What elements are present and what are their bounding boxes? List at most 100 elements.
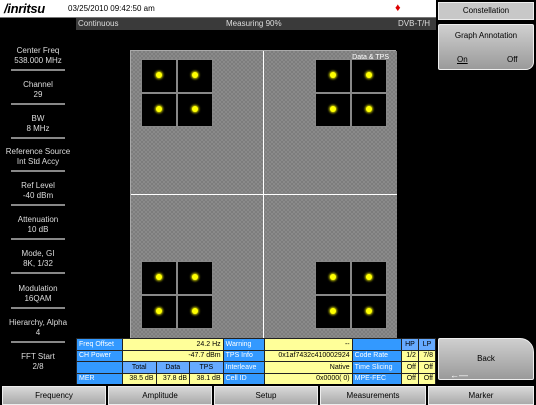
param-label: Center Freq [16,46,60,55]
time-slicing-label: Time Slicing [351,361,402,374]
constellation-point [330,308,336,314]
constellation-point [330,72,336,78]
param-label: Reference Source [5,147,71,156]
quadrant-box [315,261,351,295]
constellation-point [366,274,372,280]
blank-cell [76,361,123,374]
status-bar: Continuous Measuring 90% DVB-T/H [76,18,436,30]
results-table: Freq Offset 24.2 Hz Warning -- HP LP CH … [76,338,437,385]
mpe-fec-lp: Off [417,372,437,385]
tab-marker[interactable]: Marker [428,386,534,405]
constellation-point [366,72,372,78]
vertical-axis [263,51,264,339]
quadrant-box [315,93,351,127]
title-bar: /inritsu 03/25/2010 09:42:50 am ♦ [0,0,436,18]
param-value: 16QAM [24,294,52,303]
tps-info-label: TPS Info [222,349,265,362]
warning-value: -- [263,338,353,351]
param-fft-start[interactable]: FFT Start 2/8 [0,352,76,372]
graph-annotation-label: Graph Annotation [454,31,518,40]
ch-power-label: CH Power [76,349,123,362]
code-rate-hp: 1/2 [400,349,419,362]
mpe-fec-hp: Off [400,372,419,385]
quadrant-box [315,295,351,329]
tps-info-value: 0x1af7432c410002924 [263,349,353,362]
freq-offset-label: Freq Offset [76,338,123,351]
constellation-point [330,274,336,280]
param-value: 8 MHz [26,124,50,133]
menu-title: Constellation [438,2,534,20]
mer-total: 38.5 dB [121,372,157,385]
constellation-point [366,106,372,112]
brand-logo: /inritsu [4,1,45,16]
quadrant-box [315,59,351,93]
col-tps: TPS [189,361,224,374]
param-hierarchy-alpha[interactable]: Hierarchy, Alpha 4 [0,318,76,343]
param-value: 29 [33,90,43,99]
graph-annotation-toggle[interactable]: Graph Annotation On Off [438,24,534,70]
param-value: 2/8 [32,362,44,371]
quadrant-box [351,261,387,295]
tab-measurements[interactable]: Measurements [320,386,426,405]
param-label: Hierarchy, Alpha [8,318,68,327]
measuring-status: Measuring 90% [226,19,282,28]
tab-setup[interactable]: Setup [214,386,318,405]
blank-cell [351,338,402,351]
param-channel[interactable]: Channel 29 [0,80,76,105]
quadrant-box [141,93,177,127]
quadrant-box [351,59,387,93]
param-value: Int Std Accy [16,157,60,166]
time-slicing-lp: Off [417,361,437,374]
lp-header: LP [417,338,437,351]
quadrant-box [351,93,387,127]
col-total: Total [121,361,157,374]
mer-data: 37.8 dB [155,372,191,385]
code-rate-label: Code Rate [351,349,402,362]
standard-label: DVB-T/H [398,19,430,28]
constellation-point [156,106,162,112]
param-value: 4 [35,328,41,337]
quadrant-box [177,261,213,295]
quadrant-box [177,59,213,93]
constellation-point [330,106,336,112]
param-mode-gi[interactable]: Mode, GI 8K, 1/32 [0,249,76,274]
time-slicing-hp: Off [400,361,419,374]
hp-header: HP [400,338,419,351]
param-center-freq[interactable]: Center Freq 538.000 MHz [0,46,76,71]
lock-icon: ♦ [395,2,401,14]
freq-offset-value: 24.2 Hz [121,338,224,351]
mer-tps: 38.1 dB [189,372,224,385]
quadrant-box [141,261,177,295]
constellation-point [156,274,162,280]
col-data: Data [155,361,191,374]
quadrant-box [177,93,213,127]
tab-amplitude[interactable]: Amplitude [108,386,212,405]
cell-id-label: Cell ID [222,372,265,385]
sweep-mode: Continuous [78,19,119,28]
mer-label: MER [76,372,123,385]
param-ref-level[interactable]: Ref Level -40 dBm [0,181,76,206]
constellation-point [156,72,162,78]
annotation-off-option[interactable]: Off [507,55,518,64]
horizontal-axis [131,194,397,195]
param-bw[interactable]: BW 8 MHz [0,114,76,139]
param-value: 10 dB [27,225,49,234]
param-attenuation[interactable]: Attenuation 10 dB [0,215,76,240]
param-reference-source[interactable]: Reference Source Int Std Accy [0,147,76,172]
interleave-label: Interleave [222,361,265,374]
parameter-panel: Center Freq 538.000 MHz Channel 29 BW 8 MHz… [0,30,76,384]
cell-id-value: 0x0000( 0) [263,372,353,385]
param-value: 8K, 1/32 [23,259,53,268]
tab-frequency[interactable]: Frequency [2,386,106,405]
param-label: Mode, GI [21,249,55,258]
param-modulation[interactable]: Modulation 16QAM [0,284,76,309]
warning-label: Warning [222,338,265,351]
interleave-value: Native [263,361,353,374]
code-rate-lp: 7/8 [417,349,437,362]
annotation-on-option[interactable]: On [457,55,468,64]
soft-key-panel: Constellation Graph Annotation On Off Ba… [436,0,536,384]
quadrant-box [351,295,387,329]
quadrant-box [141,295,177,329]
param-label: Ref Level [21,181,55,190]
param-value: 538.000 MHz [14,56,62,65]
